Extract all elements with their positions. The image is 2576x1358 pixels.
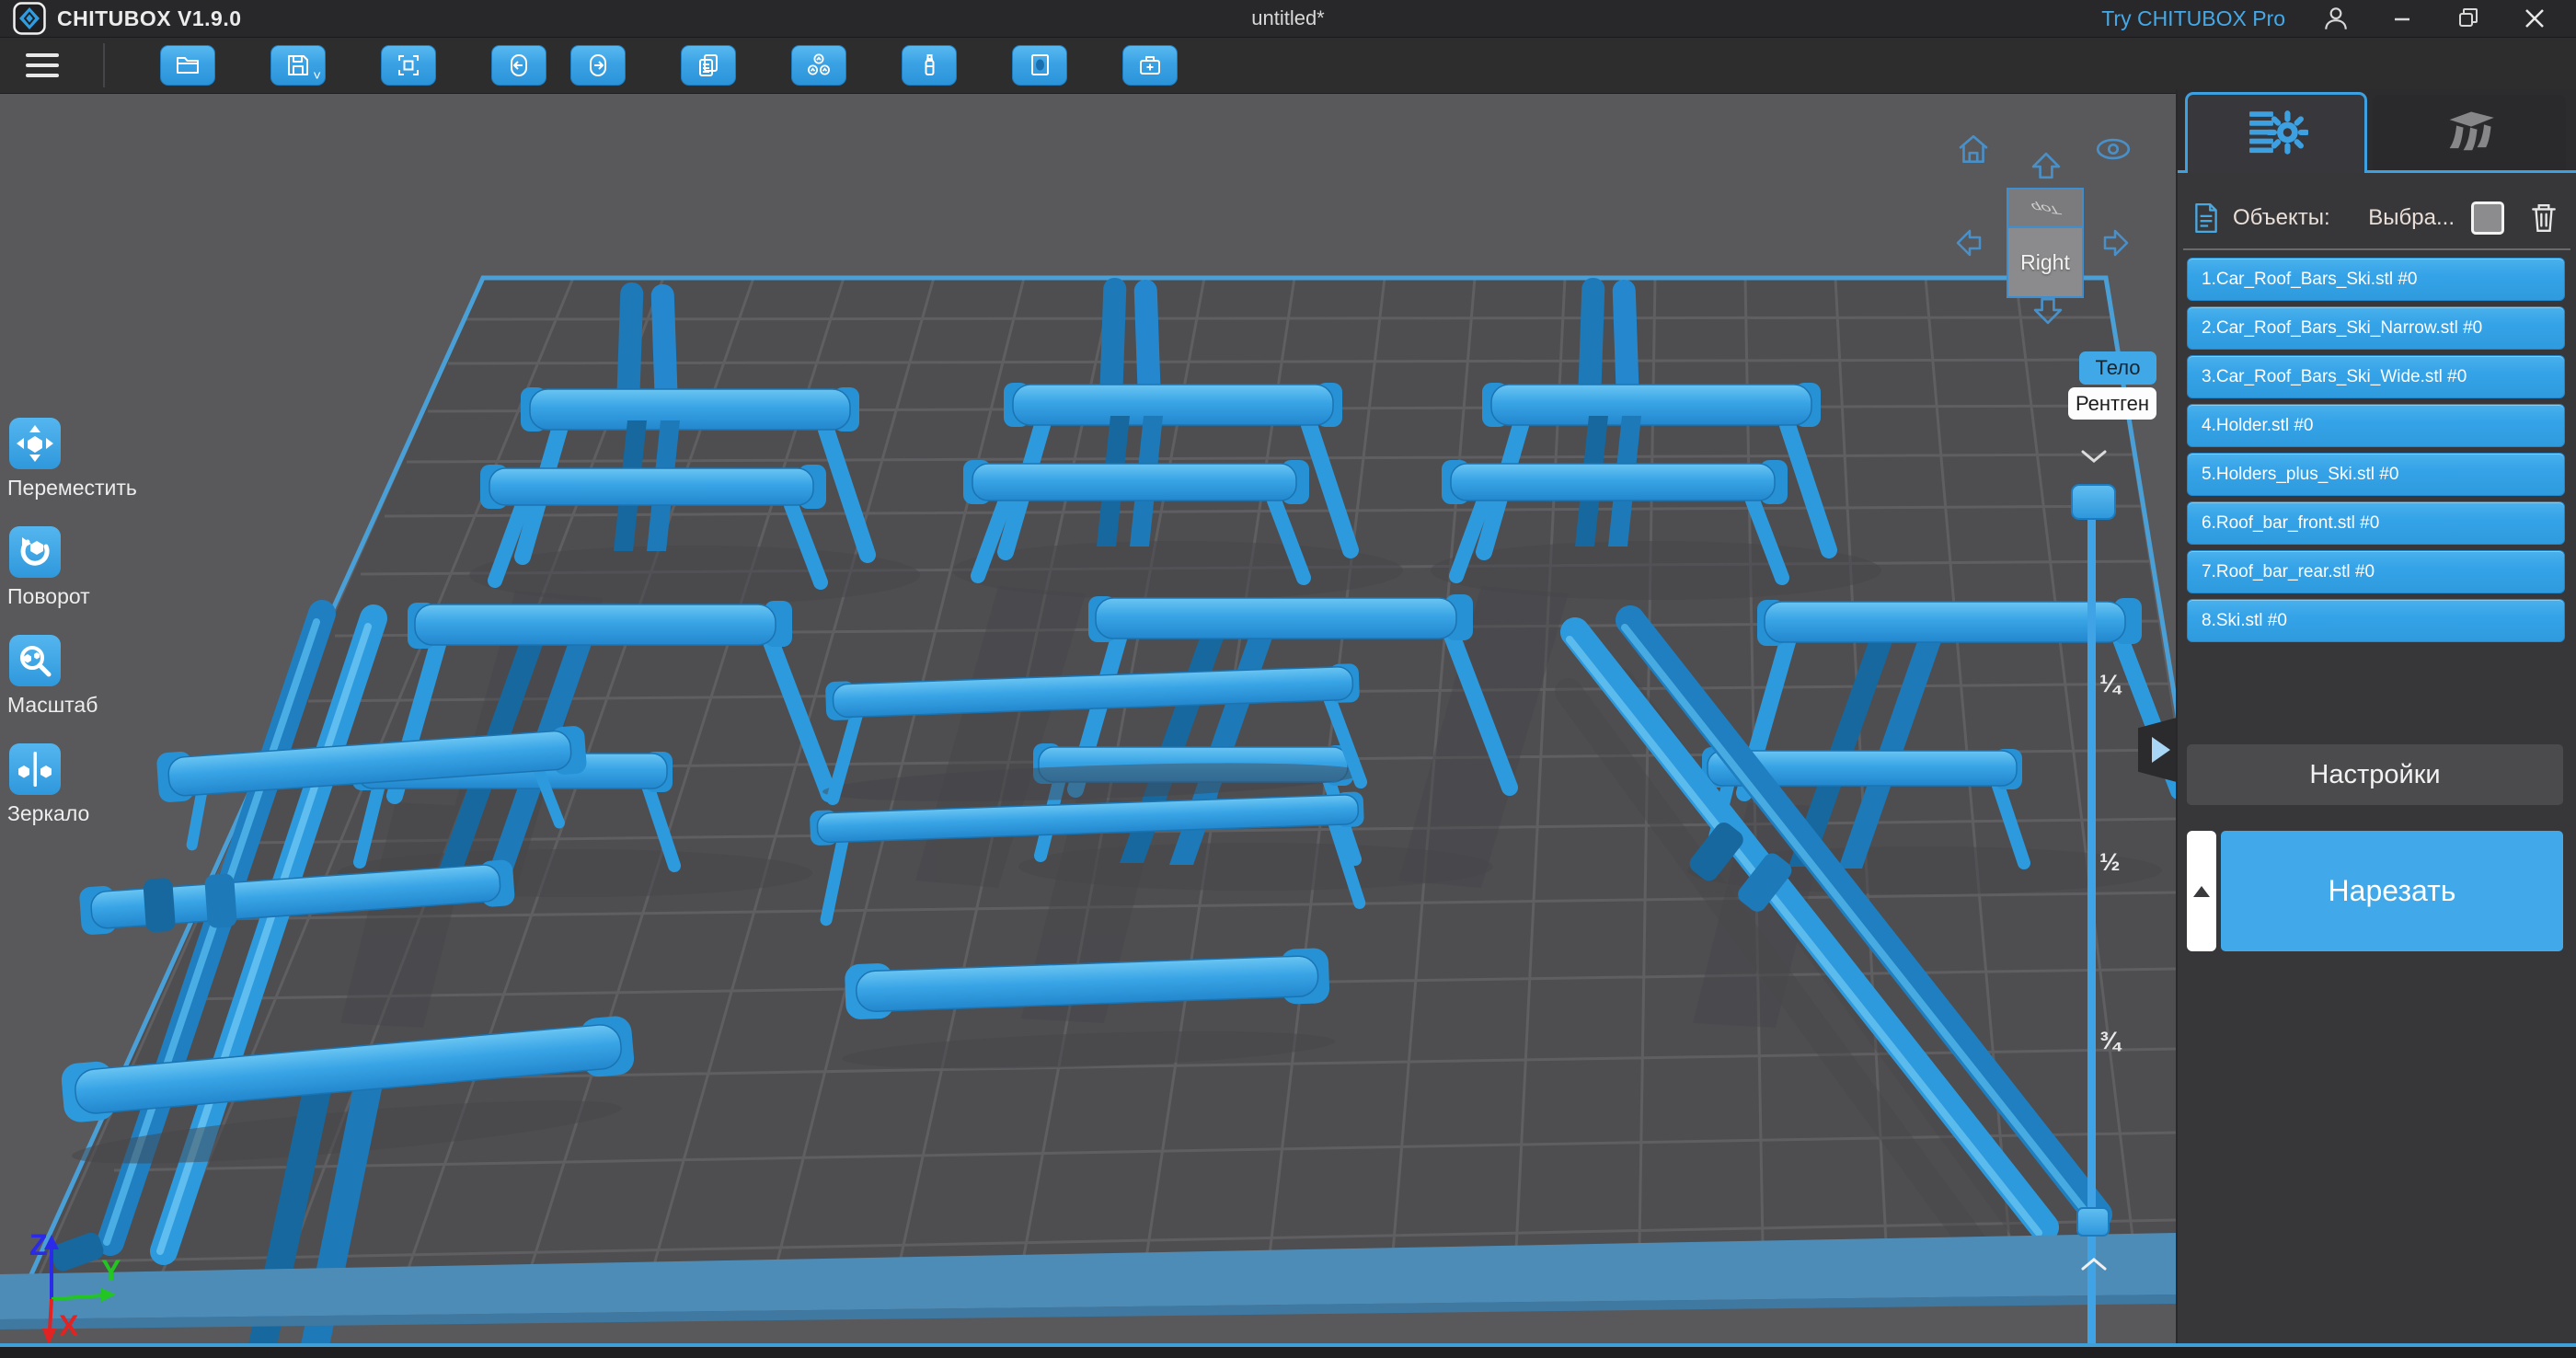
close-button[interactable] xyxy=(2519,5,2550,32)
view-cube-front-face[interactable]: Right xyxy=(2008,228,2082,296)
chitubox-window: CHITUBOX V1.9.0 untitled* Try CHITUBOX P… xyxy=(0,0,2576,1358)
user-account-icon[interactable] xyxy=(2320,5,2352,32)
slice-row: Нарезать xyxy=(2187,831,2563,951)
resin-button[interactable] xyxy=(902,45,957,86)
left-tool-palette: Переместить Поворот Масштаб Зеркало xyxy=(7,418,191,852)
clip-slider-bottom-handle[interactable] xyxy=(2076,1207,2110,1237)
tool-move-label: Переместить xyxy=(7,476,137,500)
trash-icon[interactable] xyxy=(2530,202,2558,234)
window-bottom-edge xyxy=(0,1343,2576,1358)
render-mode-xray[interactable]: Рентген xyxy=(2068,387,2156,420)
save-button[interactable]: ˅ xyxy=(270,45,326,86)
perspective-toggle-icon[interactable] xyxy=(2094,136,2133,162)
slice-options-button[interactable] xyxy=(2187,831,2216,951)
support-icon xyxy=(2449,111,2494,151)
menu-button[interactable] xyxy=(26,50,68,81)
object-list-item[interactable]: 4.Holder.stl #0 xyxy=(2187,404,2565,447)
axis-z-label: Z xyxy=(29,1228,48,1261)
scale-icon[interactable] xyxy=(9,635,61,686)
titlebar: CHITUBOX V1.9.0 untitled* Try CHITUBOX P… xyxy=(0,0,2576,38)
app-title: CHITUBOX V1.9.0 xyxy=(57,6,242,30)
tool-mirror[interactable]: Зеркало xyxy=(7,743,191,826)
objects-label: Объекты: xyxy=(2233,205,2330,230)
chevron-right-icon xyxy=(2152,737,2170,763)
viewport-3d[interactable]: Переместить Поворот Масштаб Зеркало Top … xyxy=(0,94,2176,1358)
tool-rotate[interactable]: Поворот xyxy=(7,526,191,609)
object-list-item[interactable]: 1.Car_Roof_Bars_Ski.stl #0 xyxy=(2187,258,2565,301)
move-icon[interactable] xyxy=(9,418,61,469)
objects-header: Объекты: Выбра... xyxy=(2192,197,2563,239)
snapshot-button[interactable] xyxy=(381,45,436,86)
render-mode-toggle: Тело Рентген xyxy=(2068,351,2169,420)
toolbar-separator xyxy=(103,43,105,87)
tool-scale-label: Масштаб xyxy=(7,693,98,717)
render-mode-body[interactable]: Тело xyxy=(2079,351,2156,385)
axis-y-label: Y xyxy=(101,1254,121,1287)
tool-rotate-label: Поворот xyxy=(7,584,90,608)
document-icon xyxy=(2195,202,2217,234)
build-plate-scene xyxy=(0,94,2176,1358)
tab-slice-settings[interactable] xyxy=(2185,92,2367,173)
clone-button[interactable] xyxy=(681,45,736,86)
object-list: 1.Car_Roof_Bars_Ski.stl #0 2.Car_Roof_Ba… xyxy=(2187,258,2565,642)
redo-button[interactable] xyxy=(570,45,626,86)
clip-slider-handle[interactable] xyxy=(2071,484,2116,520)
view-cube-top-face[interactable]: Top xyxy=(2008,190,2082,228)
view-navigation: Top Right xyxy=(1949,127,2147,346)
slider-mark-half: ½ xyxy=(2099,848,2121,876)
object-list-item[interactable]: 3.Car_Roof_Bars_Ski_Wide.stl #0 xyxy=(2187,355,2565,398)
object-list-item[interactable]: 8.Ski.stl #0 xyxy=(2187,599,2565,642)
tool-scale[interactable]: Масштаб xyxy=(7,635,191,718)
select-all-checkbox[interactable] xyxy=(2471,201,2504,235)
rotate-icon[interactable] xyxy=(9,526,61,578)
panel-collapse-handle[interactable] xyxy=(2138,718,2176,782)
slider-mark-quarter: ¼ xyxy=(2099,670,2121,697)
object-list-item[interactable]: 7.Roof_bar_rear.stl #0 xyxy=(2187,550,2565,593)
tool-move[interactable]: Переместить xyxy=(7,418,191,501)
chevron-up-icon[interactable] xyxy=(2077,1255,2110,1273)
machine-button[interactable] xyxy=(1012,45,1067,86)
minimize-button[interactable] xyxy=(2386,5,2418,32)
axis-x-label: X xyxy=(59,1309,79,1342)
divider xyxy=(2183,248,2570,250)
slider-mark-threequarter: ¾ xyxy=(2099,1027,2121,1054)
settings-button[interactable]: Настройки xyxy=(2187,744,2563,805)
tool-mirror-label: Зеркало xyxy=(7,801,90,825)
object-list-item[interactable]: 5.Holders_plus_Ski.stl #0 xyxy=(2187,453,2565,496)
right-panel: Объекты: Выбра... 1.Car_Roof_Bars_Ski.st… xyxy=(2176,89,2576,1358)
chevron-down-icon[interactable] xyxy=(2077,447,2110,466)
selected-label: Выбра... xyxy=(2368,205,2455,230)
panel-tabs xyxy=(2178,89,2576,173)
tab-supports[interactable] xyxy=(2373,95,2566,170)
object-list-item[interactable]: 6.Roof_bar_front.stl #0 xyxy=(2187,501,2565,545)
rotate-up-arrow[interactable] xyxy=(2028,151,2064,180)
triangle-up-icon xyxy=(2193,885,2210,897)
view-cube[interactable]: Top Right xyxy=(2007,188,2084,298)
rotate-right-arrow[interactable] xyxy=(2101,224,2131,261)
axis-indicator: Z Y X xyxy=(29,1228,121,1345)
auto-layout-button[interactable] xyxy=(791,45,846,86)
clip-slider: ¼ ½ ¾ xyxy=(2059,442,2151,1358)
main-toolbar: ˅ xyxy=(0,38,2576,95)
save-dropdown-icon[interactable]: ˅ xyxy=(313,69,321,83)
mirror-icon[interactable] xyxy=(9,743,61,795)
rotate-left-arrow[interactable] xyxy=(1954,224,1984,261)
object-list-item[interactable]: 2.Car_Roof_Bars_Ski_Narrow.stl #0 xyxy=(2187,306,2565,350)
restore-button[interactable] xyxy=(2453,5,2484,32)
toolbox-button[interactable] xyxy=(1122,45,1178,86)
undo-button[interactable] xyxy=(491,45,546,86)
rotate-down-arrow[interactable] xyxy=(2030,296,2066,326)
try-pro-link[interactable]: Try CHITUBOX Pro xyxy=(2101,6,2285,31)
settings-list-icon xyxy=(2249,109,2308,155)
app-logo-icon xyxy=(13,2,46,35)
slice-button[interactable]: Нарезать xyxy=(2221,831,2563,951)
open-file-button[interactable] xyxy=(160,45,215,86)
home-view-icon[interactable] xyxy=(1956,132,1991,166)
